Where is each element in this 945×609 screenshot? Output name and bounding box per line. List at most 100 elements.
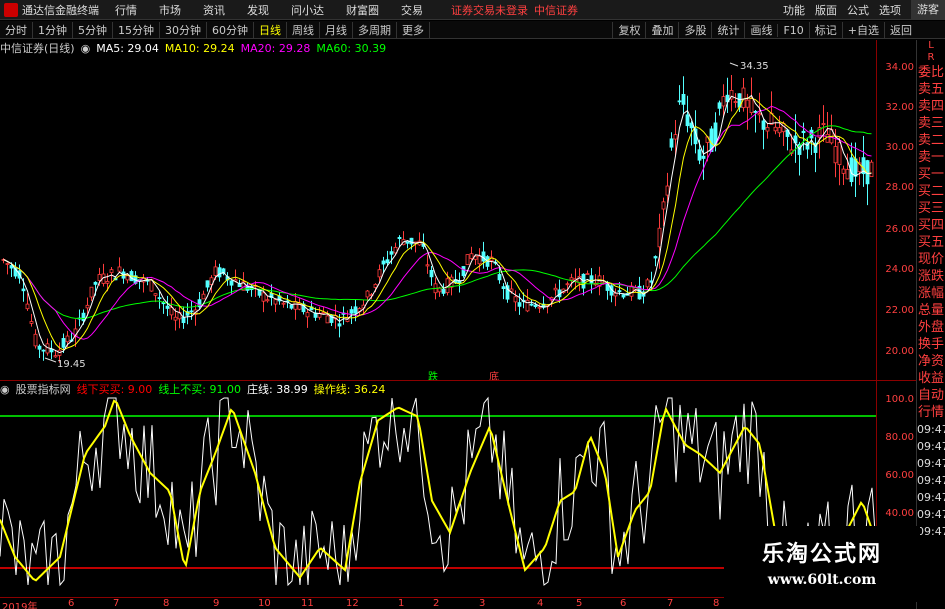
candle-body	[569, 277, 574, 281]
period-15min[interactable]: 15分钟	[113, 21, 160, 38]
tool-biaoji[interactable]: 标记	[808, 22, 842, 38]
menu-caifuquan[interactable]: 财富圈	[346, 2, 379, 18]
candle-body	[105, 281, 110, 284]
candle-body	[321, 311, 326, 314]
candle-body	[189, 310, 194, 313]
candle-body	[53, 355, 58, 358]
candle-body	[405, 241, 410, 244]
indicator-tick: 100.0	[885, 394, 914, 405]
candle-body	[841, 168, 846, 174]
period-fenshi[interactable]: 分时	[0, 21, 33, 38]
date-tick: 8	[163, 598, 170, 609]
ma20-label: MA20: 29.28	[240, 41, 311, 55]
watermark-title: 乐淘公式网	[761, 542, 882, 567]
candle-body	[621, 294, 626, 298]
period-more[interactable]: 更多	[397, 21, 430, 38]
side-huanshou: 换手	[917, 337, 944, 352]
login-notice[interactable]: 证券交易未登录	[451, 2, 528, 18]
candle-body	[117, 266, 122, 272]
menu-faxian[interactable]: 发现	[247, 2, 269, 18]
candle-body	[305, 312, 310, 318]
candle-body	[821, 123, 826, 125]
candle-body	[745, 99, 750, 108]
period-60min[interactable]: 60分钟	[207, 21, 254, 38]
candle-body	[529, 303, 534, 306]
side-buy2: 买二	[917, 184, 944, 199]
candle-body	[237, 283, 242, 288]
candle-body	[153, 293, 158, 296]
menu-hangqing[interactable]: 行情	[115, 2, 137, 18]
candle-body	[97, 274, 102, 281]
high-pointer	[729, 62, 739, 67]
tool-fanhui[interactable]: 返回	[884, 22, 917, 38]
side-xianjia: 现价	[917, 252, 944, 267]
candle-body	[461, 266, 466, 277]
menu-gongneng[interactable]: 功能	[783, 2, 805, 18]
side-jingzi: 净资	[917, 354, 944, 369]
caozuo-label: 操作线: 36.24	[313, 383, 386, 396]
side-time: 09:47	[917, 440, 945, 453]
candle-body	[613, 292, 618, 297]
candle-body	[513, 296, 518, 303]
candle-body	[761, 120, 766, 130]
candle-body	[337, 323, 342, 327]
side-letter-l[interactable]: L	[917, 40, 945, 52]
menu-xuanxiang[interactable]: 选项	[879, 2, 901, 18]
candle-body	[661, 201, 666, 210]
menu-zixun[interactable]: 资讯	[203, 2, 225, 18]
candle-body	[25, 303, 30, 310]
menu-gongshi[interactable]: 公式	[847, 2, 869, 18]
candle-body	[229, 280, 234, 286]
side-letter-r[interactable]: R	[917, 52, 945, 64]
tool-diejia[interactable]: 叠加	[645, 22, 678, 38]
period-multi[interactable]: 多周期	[353, 21, 397, 38]
date-tick: 1	[398, 598, 405, 609]
candle-body	[617, 290, 622, 293]
menu-wenxiaoda[interactable]: 问小达	[291, 2, 324, 18]
candle-body	[441, 288, 446, 294]
candle-body	[409, 237, 414, 245]
high-label: 34.35	[740, 61, 769, 72]
side-time: 09:47	[917, 423, 945, 436]
period-30min[interactable]: 30分钟	[160, 21, 207, 38]
menu-jiaoyi[interactable]: 交易	[401, 2, 423, 18]
side-zidong[interactable]: 自动	[917, 387, 945, 404]
candle-body	[93, 281, 98, 285]
settings-icon[interactable]: ◉	[81, 42, 91, 55]
candle-body	[481, 251, 486, 262]
price-tick: 26.00	[885, 224, 914, 235]
candle-body	[181, 317, 186, 324]
candle-body	[217, 267, 222, 278]
candle-body	[533, 304, 538, 308]
candle-body	[765, 127, 770, 132]
guest-button[interactable]: 游客	[911, 0, 945, 20]
date-tick: 5	[576, 598, 583, 609]
indicator-name: 股票指标网	[15, 383, 71, 396]
price-tick: 32.00	[885, 102, 914, 113]
date-tick: 7	[667, 598, 674, 609]
ma-info-line: 中信证券(日线) ◉ MA5: 29.04 MA10: 29.24 MA20: …	[0, 40, 392, 56]
tool-tongji[interactable]: 统计	[711, 22, 744, 38]
tool-zixuan[interactable]: +自选	[841, 22, 884, 38]
side-hangqing[interactable]: 行情	[917, 404, 945, 421]
indicator-settings-icon[interactable]: ◉	[0, 383, 10, 396]
menu-banmian[interactable]: 版面	[815, 2, 837, 18]
ma60-label: MA60: 30.39	[316, 41, 387, 55]
period-monthly[interactable]: 月线	[320, 21, 353, 38]
tool-huaxian[interactable]: 画线	[744, 22, 777, 38]
price-chart[interactable]: 34.35 19.45	[0, 40, 876, 380]
candle-body	[645, 279, 650, 288]
date-tick: 8	[713, 598, 720, 609]
period-daily[interactable]: 日线	[254, 21, 287, 38]
candle-body	[157, 297, 162, 300]
period-1min[interactable]: 1分钟	[33, 21, 73, 38]
candle-body	[653, 256, 658, 259]
tool-f10[interactable]: F10	[777, 23, 808, 37]
period-weekly[interactable]: 周线	[287, 21, 320, 38]
tool-fuquan[interactable]: 复权	[612, 22, 645, 38]
period-5min[interactable]: 5分钟	[73, 21, 113, 38]
candle-body	[501, 286, 506, 290]
menu-shichang[interactable]: 市场	[159, 2, 181, 18]
tool-duogu[interactable]: 多股	[678, 22, 711, 38]
broker-notice[interactable]: 中信证券	[534, 2, 578, 18]
